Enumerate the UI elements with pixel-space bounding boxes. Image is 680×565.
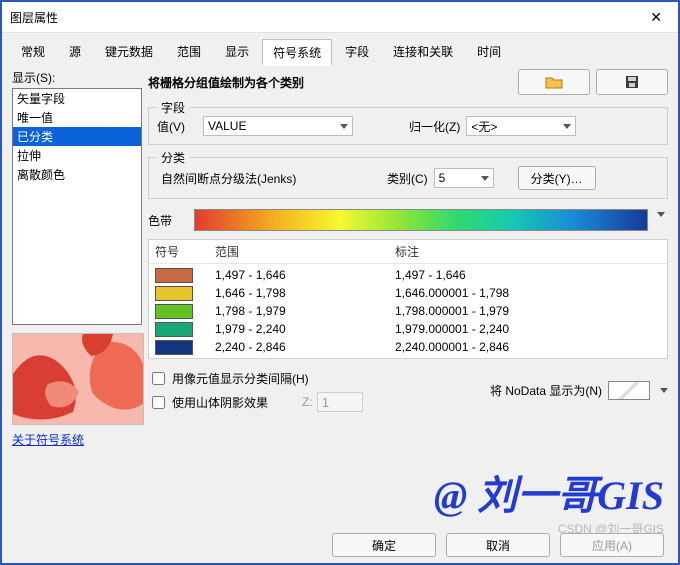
apply-button[interactable]: 应用(A)	[560, 533, 664, 557]
tab-5[interactable]: 符号系统	[262, 39, 332, 66]
chevron-down-icon	[660, 388, 668, 393]
class-table[interactable]: 符号 范围 标注 1,497 - 1,6461,497 - 1,6461,646…	[148, 239, 668, 359]
window-title: 图层属性	[10, 9, 642, 26]
renderer-item[interactable]: 唯一值	[13, 108, 141, 127]
classify-button[interactable]: 分类(Y)…	[518, 166, 596, 190]
show-using-cell-values-checkbox[interactable]: 用像元值显示分类间隔(H)	[148, 369, 363, 388]
tab-1[interactable]: 源	[58, 38, 92, 65]
open-button[interactable]	[518, 69, 590, 95]
close-icon[interactable]: ✕	[642, 5, 670, 30]
normalize-label: 归一化(Z)	[409, 118, 460, 135]
watermark: @ 刘一哥GIS	[434, 463, 664, 521]
renderer-item[interactable]: 矢量字段	[13, 89, 141, 108]
panel-heading: 将栅格分组值绘制为各个类别	[148, 74, 512, 91]
nodata-color-swatch[interactable]	[608, 381, 650, 400]
tab-6[interactable]: 字段	[334, 38, 380, 65]
classes-label: 类别(C)	[387, 170, 428, 187]
renderer-list[interactable]: 矢量字段唯一值已分类拉伸离散颜色	[12, 88, 142, 325]
class-table-header: 符号 范围 标注	[149, 240, 667, 264]
class-label: 1,798.000001 - 1,979	[395, 304, 661, 318]
chevron-down-icon	[340, 124, 348, 129]
class-row[interactable]: 1,979 - 2,2401,979.000001 - 2,240	[155, 320, 661, 338]
tab-0[interactable]: 常规	[10, 38, 56, 65]
class-swatch[interactable]	[155, 286, 193, 301]
class-range: 2,240 - 2,846	[215, 340, 395, 354]
class-range: 1,497 - 1,646	[215, 268, 395, 282]
class-swatch[interactable]	[155, 304, 193, 319]
class-swatch[interactable]	[155, 340, 193, 355]
class-swatch[interactable]	[155, 268, 193, 283]
classification-group: 分类 自然间断点分级法(Jenks) 类别(C) 5 分类(Y)…	[148, 157, 668, 199]
classification-group-label: 分类	[157, 149, 189, 166]
class-label: 1,979.000001 - 2,240	[395, 322, 661, 336]
chevron-down-icon	[657, 212, 665, 217]
nodata-label: 将 NoData 显示为(N)	[490, 382, 602, 399]
about-symbology-link[interactable]: 关于符号系统	[12, 431, 142, 448]
tab-strip: 常规源键元数据范围显示符号系统字段连接和关联时间	[2, 33, 678, 65]
chevron-down-icon	[563, 124, 571, 129]
layer-properties-window: 图层属性 ✕ 常规源键元数据范围显示符号系统字段连接和关联时间 显示(S): 矢…	[0, 0, 680, 565]
folder-open-icon	[545, 75, 563, 89]
class-row[interactable]: 1,646 - 1,7981,646.000001 - 1,798	[155, 284, 661, 302]
hillshade-checkbox[interactable]: 使用山体阴影效果 Z:	[148, 392, 363, 412]
preview-thumbnail	[12, 333, 144, 425]
value-field-combo[interactable]: VALUE	[203, 116, 353, 136]
classification-method: 自然间断点分级法(Jenks)	[157, 170, 351, 187]
class-row[interactable]: 2,240 - 2,8462,240.000001 - 2,846	[155, 338, 661, 356]
save-icon	[625, 75, 639, 89]
class-row[interactable]: 1,497 - 1,6461,497 - 1,646	[155, 266, 661, 284]
save-button[interactable]	[596, 69, 668, 95]
class-row[interactable]: 1,798 - 1,9791,798.000001 - 1,979	[155, 302, 661, 320]
class-label: 1,646.000001 - 1,798	[395, 286, 661, 300]
tab-3[interactable]: 范围	[166, 38, 212, 65]
classes-count-combo[interactable]: 5	[434, 168, 494, 188]
class-label: 1,497 - 1,646	[395, 268, 661, 282]
cancel-button[interactable]: 取消	[446, 533, 550, 557]
field-group-label: 字段	[157, 99, 189, 116]
field-group: 字段 值(V) VALUE 归一化(Z) <无>	[148, 107, 668, 145]
preview-image	[13, 334, 143, 424]
normalize-combo[interactable]: <无>	[466, 116, 576, 136]
renderer-item[interactable]: 拉伸	[13, 146, 141, 165]
value-label: 值(V)	[157, 118, 197, 135]
tab-2[interactable]: 键元数据	[94, 38, 164, 65]
color-ramp-combo[interactable]	[194, 209, 648, 231]
tab-7[interactable]: 连接和关联	[382, 38, 464, 65]
class-label: 2,240.000001 - 2,846	[395, 340, 661, 354]
tab-8[interactable]: 时间	[466, 38, 512, 65]
titlebar: 图层属性 ✕	[2, 2, 678, 33]
renderer-item[interactable]: 离散颜色	[13, 165, 141, 184]
renderer-item[interactable]: 已分类	[13, 127, 141, 146]
show-label: 显示(S):	[12, 69, 142, 86]
z-input	[317, 392, 363, 412]
z-label: Z:	[302, 395, 313, 409]
chevron-down-icon	[481, 176, 489, 181]
class-range: 1,646 - 1,798	[215, 286, 395, 300]
class-swatch[interactable]	[155, 322, 193, 337]
ok-button[interactable]: 确定	[332, 533, 436, 557]
class-range: 1,979 - 2,240	[215, 322, 395, 336]
class-range: 1,798 - 1,979	[215, 304, 395, 318]
color-ramp-label: 色带	[148, 212, 188, 229]
tab-4[interactable]: 显示	[214, 38, 260, 65]
